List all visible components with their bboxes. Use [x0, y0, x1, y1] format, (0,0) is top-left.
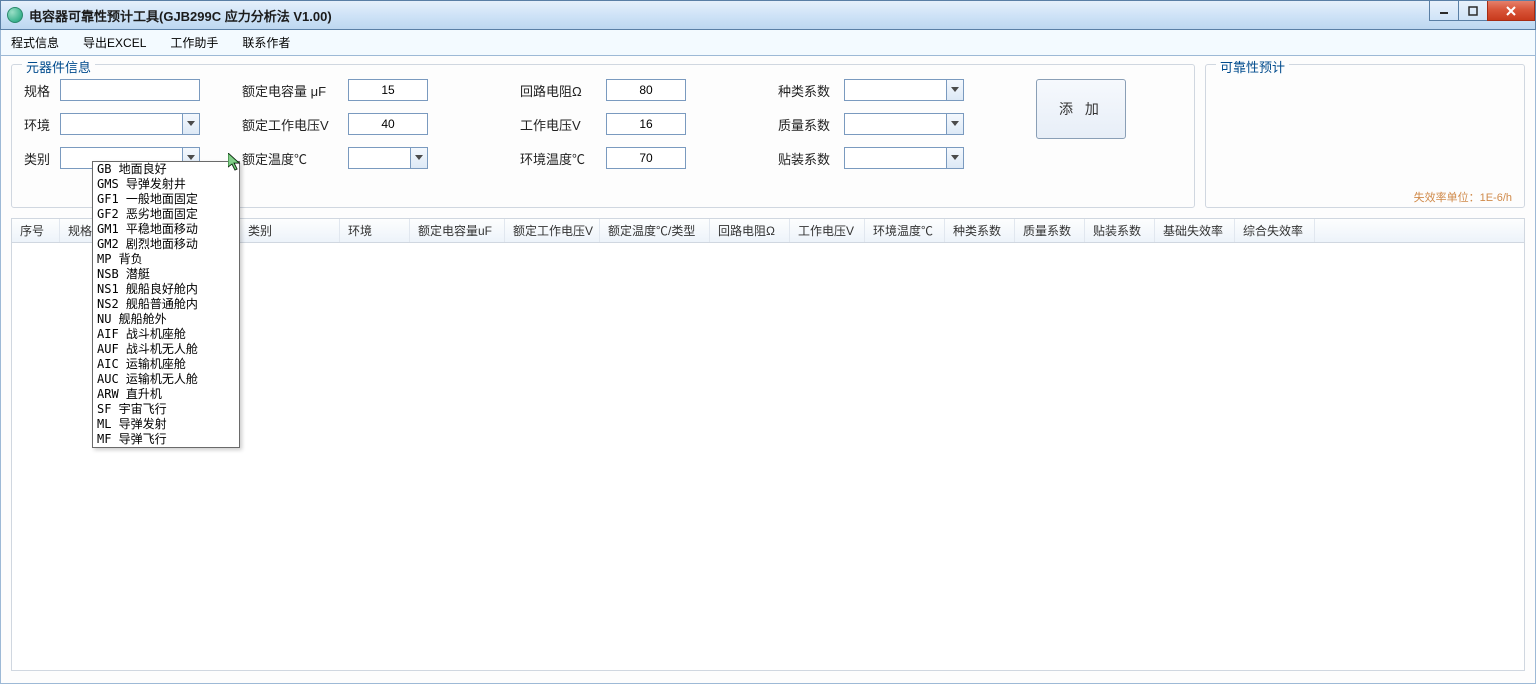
maximize-button[interactable]	[1458, 1, 1488, 21]
group-component-info-legend: 元器件信息	[22, 57, 95, 76]
label-rated-voltage: 额定工作电压V	[242, 115, 342, 134]
chevron-down-icon	[182, 114, 199, 134]
environment-option[interactable]: SF 宇宙飞行	[93, 402, 239, 417]
menu-export-excel[interactable]: 导出EXCEL	[79, 32, 150, 53]
environment-option[interactable]: ML 导弹发射	[93, 417, 239, 432]
titlebar: 电容器可靠性预计工具(GJB299C 应力分析法 V1.00)	[0, 0, 1536, 30]
label-mount-factor: 贴装系数	[778, 149, 838, 168]
table-column-header[interactable]: 额定电容量uF	[410, 219, 505, 242]
menu-program-info[interactable]: 程式信息	[7, 32, 63, 53]
close-button[interactable]	[1487, 1, 1535, 21]
table-column-header[interactable]: 环境	[340, 219, 410, 242]
window-title: 电容器可靠性预计工具(GJB299C 应力分析法 V1.00)	[29, 6, 332, 25]
table-column-header[interactable]: 基础失效率	[1155, 219, 1235, 242]
spec-input[interactable]	[60, 79, 200, 101]
rated-capacitance-input[interactable]	[348, 79, 428, 101]
label-quality-factor: 质量系数	[778, 115, 838, 134]
menu-contact-author[interactable]: 联系作者	[238, 32, 294, 53]
chevron-down-icon	[410, 148, 427, 168]
group-component-info: 元器件信息 规格 环境 类别	[11, 64, 1195, 208]
unit-note: 失效率单位：1E-6/h	[1414, 189, 1512, 205]
group-reliability-legend: 可靠性预计	[1216, 57, 1289, 76]
environment-option[interactable]: AUC 运输机无人舱	[93, 372, 239, 387]
environment-combo[interactable]	[60, 113, 200, 135]
add-button[interactable]: 添 加	[1036, 79, 1126, 139]
table-column-header[interactable]: 工作电压V	[790, 219, 865, 242]
table-column-header[interactable]: 额定工作电压V	[505, 219, 600, 242]
label-environment: 环境	[24, 115, 54, 134]
chevron-down-icon	[946, 80, 963, 100]
chevron-down-icon	[946, 114, 963, 134]
menubar: 程式信息 导出EXCEL 工作助手 联系作者	[0, 30, 1536, 56]
environment-option[interactable]: NS2 舰船普通舱内	[93, 297, 239, 312]
group-reliability: 可靠性预计 失效率单位：1E-6/h	[1205, 64, 1525, 208]
table-column-header[interactable]: 回路电阻Ω	[710, 219, 790, 242]
mount-factor-combo[interactable]	[844, 147, 964, 169]
label-work-voltage: 工作电压V	[520, 115, 600, 134]
label-kind-factor: 种类系数	[778, 81, 838, 100]
table-column-header[interactable]: 贴装系数	[1085, 219, 1155, 242]
environment-option[interactable]: NU 舰船舱外	[93, 312, 239, 327]
window-buttons	[1430, 1, 1535, 21]
table-column-header[interactable]: 序号	[12, 219, 60, 242]
table-column-header[interactable]: 环境温度℃	[865, 219, 945, 242]
table-column-header[interactable]: 额定温度℃/类型	[600, 219, 710, 242]
env-temp-input[interactable]	[606, 147, 686, 169]
table-column-header[interactable]: 综合失效率	[1235, 219, 1315, 242]
environment-option[interactable]: GM1 平稳地面移动	[93, 222, 239, 237]
environment-option[interactable]: AUF 战斗机无人舱	[93, 342, 239, 357]
environment-option[interactable]: MF 导弹飞行	[93, 432, 239, 447]
label-rated-temp: 额定温度℃	[242, 149, 342, 168]
label-rated-capacitance: 额定电容量 μF	[242, 81, 342, 100]
rated-voltage-input[interactable]	[348, 113, 428, 135]
work-voltage-input[interactable]	[606, 113, 686, 135]
environment-option[interactable]: GB 地面良好	[93, 162, 239, 177]
environment-option[interactable]: GF2 恶劣地面固定	[93, 207, 239, 222]
chevron-down-icon	[946, 148, 963, 168]
quality-factor-combo[interactable]	[844, 113, 964, 135]
environment-option[interactable]: GM2 剧烈地面移动	[93, 237, 239, 252]
client-area: 元器件信息 规格 环境 类别	[0, 56, 1536, 684]
environment-option[interactable]: GF1 一般地面固定	[93, 192, 239, 207]
environment-option[interactable]: MP 背负	[93, 252, 239, 267]
loop-resistance-input[interactable]	[606, 79, 686, 101]
environment-option[interactable]: GMS 导弹发射井	[93, 177, 239, 192]
minimize-button[interactable]	[1429, 1, 1459, 21]
rated-temp-combo[interactable]	[348, 147, 428, 169]
table-column-header[interactable]: 类别	[240, 219, 340, 242]
kind-factor-combo[interactable]	[844, 79, 964, 101]
label-spec: 规格	[24, 81, 54, 100]
label-loop-resistance: 回路电阻Ω	[520, 81, 600, 100]
environment-dropdown-popup[interactable]: GB 地面良好GMS 导弹发射井GF1 一般地面固定GF2 恶劣地面固定GM1 …	[92, 161, 240, 448]
app-icon	[7, 7, 23, 23]
table-column-header[interactable]: 种类系数	[945, 219, 1015, 242]
table-column-header[interactable]: 质量系数	[1015, 219, 1085, 242]
label-category: 类别	[24, 149, 54, 168]
environment-option[interactable]: NSB 潜艇	[93, 267, 239, 282]
environment-option[interactable]: AIC 运输机座舱	[93, 357, 239, 372]
label-env-temp: 环境温度℃	[520, 149, 600, 168]
menu-work-helper[interactable]: 工作助手	[166, 32, 222, 53]
environment-option[interactable]: ARW 直升机	[93, 387, 239, 402]
environment-option[interactable]: AIF 战斗机座舱	[93, 327, 239, 342]
environment-option[interactable]: NS1 舰船良好舱内	[93, 282, 239, 297]
